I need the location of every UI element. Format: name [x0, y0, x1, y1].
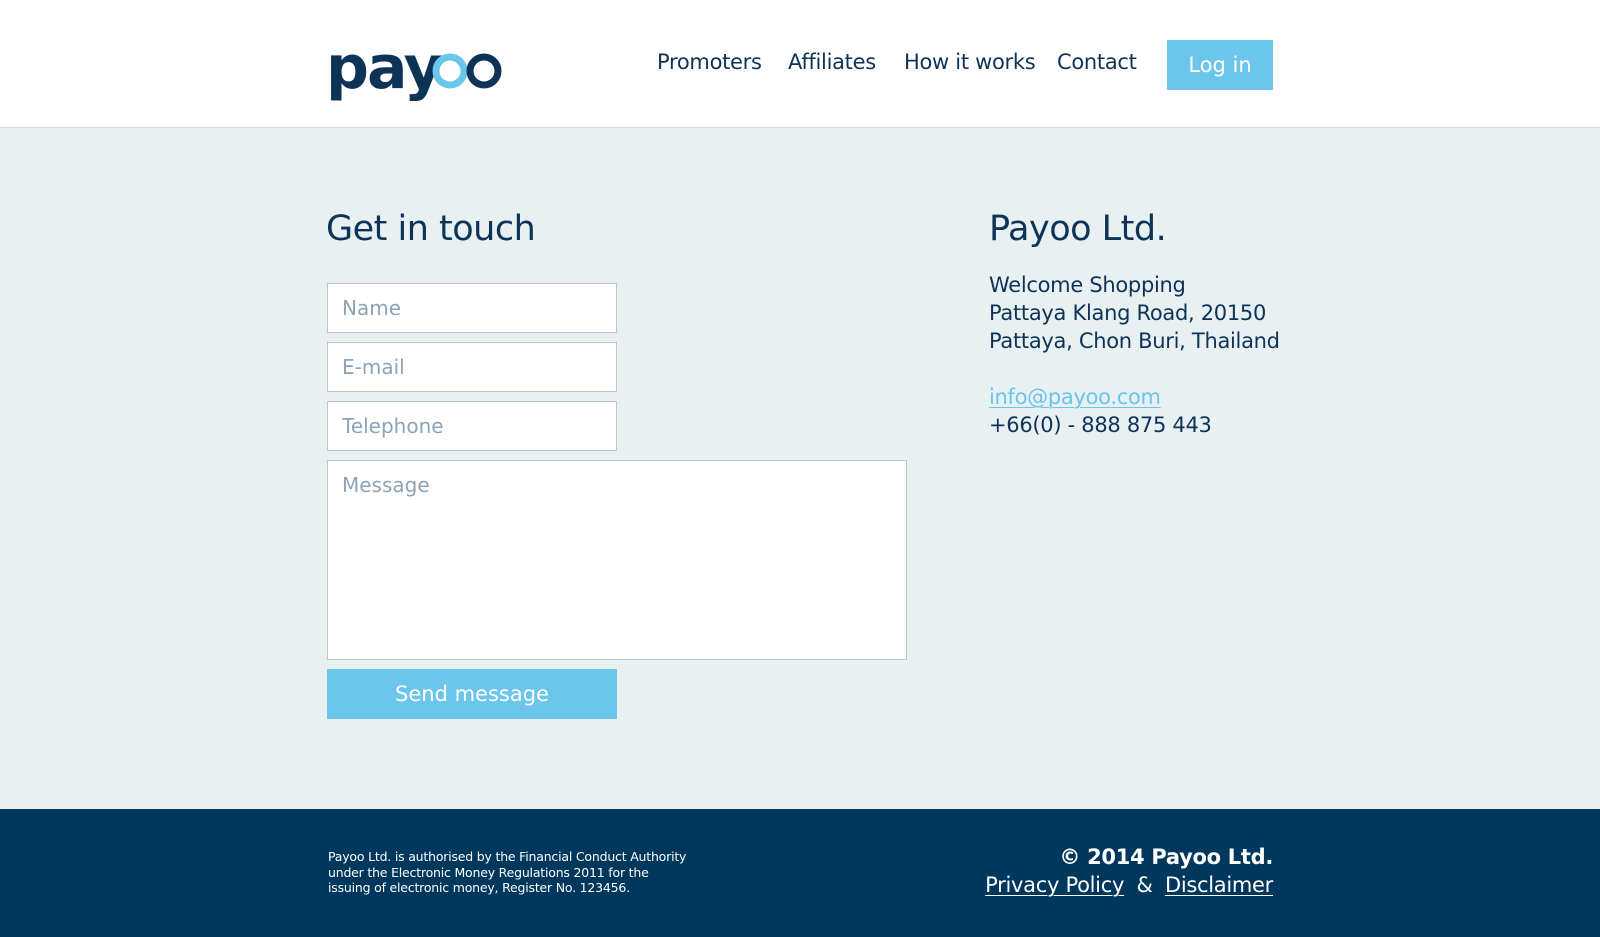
address-line-3: Pattaya, Chon Buri, Thailand — [989, 329, 1280, 353]
email-input[interactable] — [327, 342, 617, 392]
disclaimer-link[interactable]: Disclaimer — [1165, 873, 1273, 897]
address-line-1: Welcome Shopping — [989, 273, 1186, 297]
logo-mark: pay — [326, 40, 502, 103]
payoo-logo[interactable]: pay — [326, 40, 506, 106]
footer-links: Privacy Policy & Disclaimer — [985, 873, 1273, 897]
contact-title: Get in touch — [326, 209, 536, 249]
message-textarea[interactable] — [327, 460, 907, 660]
privacy-policy-link[interactable]: Privacy Policy — [985, 873, 1124, 897]
nav-affiliates[interactable]: Affiliates — [788, 50, 876, 74]
address-line-2: Pattaya Klang Road, 20150 — [989, 301, 1267, 325]
legal-notice: Payoo Ltd. is authorised by the Financia… — [328, 849, 687, 895]
name-input[interactable] — [327, 283, 617, 333]
nav-promoters[interactable]: Promoters — [657, 50, 762, 74]
login-button[interactable]: Log in — [1167, 40, 1273, 90]
email-link[interactable]: info@payoo.com — [989, 383, 1161, 411]
main-content: Get in touch Send message Payoo Ltd. Wel… — [0, 129, 1600, 809]
copyright: © 2014 Payoo Ltd. — [1059, 845, 1273, 869]
phone-number: +66(0) - 888 875 443 — [989, 413, 1212, 437]
nav-how-it-works[interactable]: How it works — [904, 50, 1036, 74]
nav-contact[interactable]: Contact — [1057, 50, 1137, 74]
footer-separator: & — [1136, 873, 1153, 897]
send-message-button[interactable]: Send message — [327, 669, 617, 719]
company-info: Payoo Ltd. Welcome Shopping Pattaya Klan… — [989, 209, 1309, 439]
svg-text:pay: pay — [326, 40, 443, 103]
telephone-input[interactable] — [327, 401, 617, 451]
site-footer: Payoo Ltd. is authorised by the Financia… — [0, 809, 1600, 937]
company-name: Payoo Ltd. — [989, 209, 1167, 249]
site-header: pay Promoters Affiliates How it works Co… — [0, 0, 1600, 128]
